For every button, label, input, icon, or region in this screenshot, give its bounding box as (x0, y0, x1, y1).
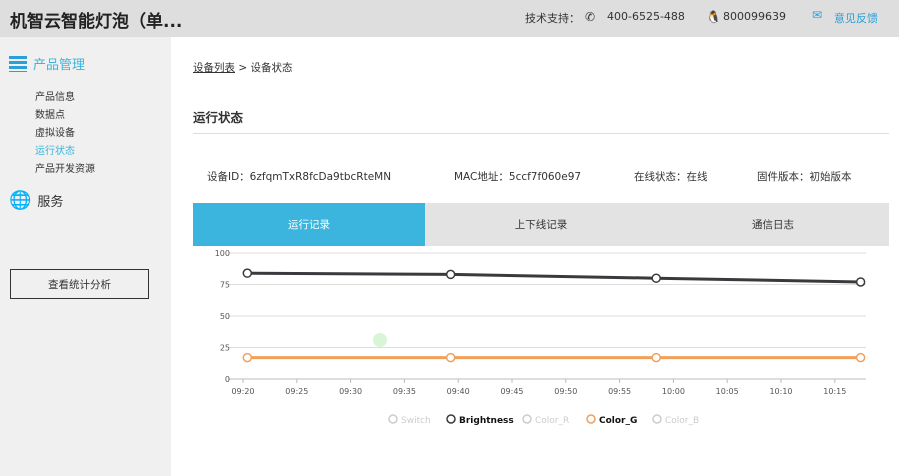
x-tick-label: 10:15 (823, 387, 846, 396)
x-tick-label: 09:35 (393, 387, 416, 396)
y-tick-label: 75 (220, 281, 230, 290)
x-tick-label: 09:45 (500, 387, 523, 396)
y-tick-label: 100 (215, 249, 230, 258)
legend-marker (522, 414, 532, 424)
data-point (651, 273, 661, 283)
data-point (855, 352, 866, 363)
legend-item-color_g[interactable]: Color_G (599, 416, 637, 426)
x-tick-label: 09:20 (231, 387, 254, 396)
series-line-brightness (247, 271, 861, 284)
run-record-chart: 0 25 50 75 100 09:20 09:25 09:30 09:35 09:40 09:45… (215, 249, 866, 426)
hover-marker (373, 333, 387, 347)
legend-item-brightness[interactable]: Brightness (459, 416, 514, 426)
legend-marker (586, 414, 596, 424)
x-tick-label: 09:50 (554, 387, 577, 396)
legend-item-switch[interactable]: Switch (401, 416, 431, 426)
y-tick-label: 0 (225, 375, 230, 384)
x-tick-label: 09:30 (339, 387, 362, 396)
x-tick-label: 09:40 (447, 387, 470, 396)
data-point (445, 352, 456, 363)
x-tick-label: 10:00 (662, 387, 685, 396)
legend-marker (652, 414, 662, 424)
data-point (242, 268, 253, 278)
data-point (651, 352, 661, 363)
legend-item-color_r[interactable]: Color_R (535, 416, 569, 426)
data-point (242, 352, 253, 363)
legend-marker (446, 414, 456, 424)
x-tick-label: 09:55 (608, 387, 631, 396)
x-tick-label: 09:25 (285, 387, 308, 396)
data-point (445, 269, 456, 280)
x-tick-label: 10:05 (716, 387, 739, 396)
y-tick-label: 25 (220, 344, 230, 353)
legend-item-color_b[interactable]: Color_B (665, 416, 699, 426)
y-tick-label: 50 (220, 312, 230, 321)
legend-marker (388, 414, 398, 424)
x-tick-label: 10:10 (769, 387, 792, 396)
data-point (855, 277, 866, 287)
